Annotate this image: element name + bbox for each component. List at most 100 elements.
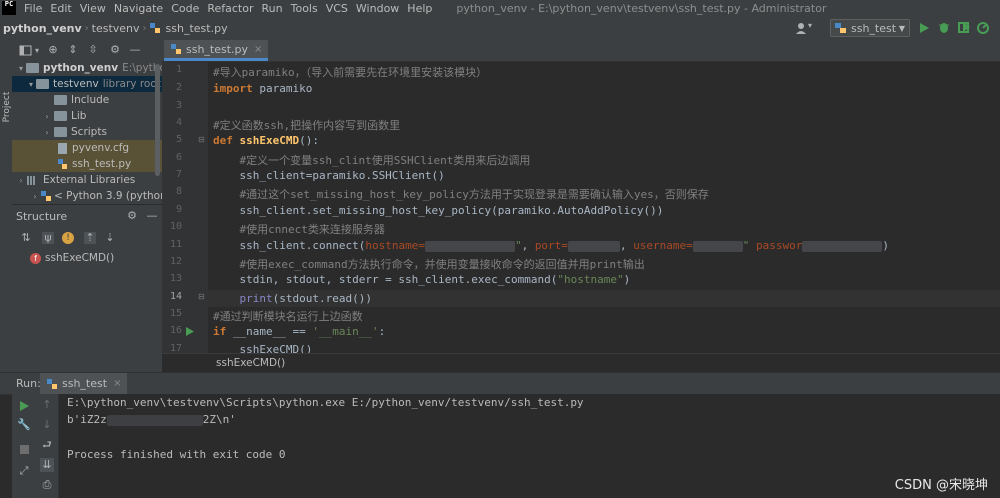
scroll-to-end-icon[interactable]: ⇊ — [40, 458, 54, 472]
tree-item-include[interactable]: Include — [12, 92, 162, 108]
close-icon[interactable]: × — [254, 44, 262, 55]
show-inherited-icon[interactable]: ! — [62, 232, 74, 244]
down-arrow-icon[interactable]: ↓ — [40, 418, 54, 432]
minimize-icon[interactable]: — — [129, 44, 141, 56]
breadcrumb-project[interactable]: python_venv — [0, 22, 85, 35]
line-number: 2 — [175, 82, 182, 93]
code-text: ) — [882, 239, 890, 252]
profile-icon[interactable] — [977, 21, 990, 34]
line-number: 9 — [175, 204, 182, 215]
code-line-1: #导入paramiko，（导入前需要先在环境里安装该模块） — [213, 64, 487, 80]
run-gutter-icon[interactable] — [186, 327, 194, 336]
code-text: (): — [299, 134, 319, 147]
gear-icon[interactable]: ⚙ — [109, 44, 121, 56]
code-line-4: #定义函数ssh,把操作内容写到函数里 — [213, 117, 400, 133]
breadcrumb-file[interactable]: ssh_test.py — [163, 22, 231, 35]
coverage-icon[interactable] — [958, 21, 971, 34]
project-tool-tab[interactable]: Project — [2, 88, 12, 126]
user-dropdown-icon[interactable]: ▾ — [808, 21, 812, 30]
expanded-arrow-icon[interactable]: ▾ — [26, 80, 36, 89]
menu-help[interactable]: Help — [403, 2, 436, 15]
tree-item-scripts[interactable]: › Scripts — [12, 124, 162, 140]
code-text: ssh_client=paramiko.SSHClient() — [213, 169, 445, 182]
autoscroll-from-source-icon[interactable]: ⇣ — [104, 232, 116, 244]
code-editor[interactable]: #导入paramiko，（导入前需要先在环境里安装该模块） import par… — [208, 62, 1000, 353]
comment: #通过判断模块名运行上边函数 — [213, 310, 363, 323]
tree-item-hint: library root — [102, 78, 161, 90]
locate-icon[interactable]: ⊕ — [47, 44, 59, 56]
menu-refactor[interactable]: Refactor — [203, 2, 257, 15]
expand-all-icon[interactable]: ⇕ — [67, 44, 79, 56]
menu-navigate[interactable]: Navigate — [110, 2, 167, 15]
close-icon[interactable]: × — [113, 378, 121, 389]
folder-icon — [26, 63, 39, 73]
watermark: CSDN @宋晓坤 — [894, 478, 988, 493]
menu-tools[interactable]: Tools — [287, 2, 322, 15]
collapsed-arrow-icon[interactable]: › — [42, 128, 52, 137]
tree-item-testvenv[interactable]: ▾ testvenv library root — [12, 76, 162, 92]
tree-item-ssh-test-py[interactable]: ssh_test.py — [12, 156, 162, 172]
soft-wrap-icon[interactable]: ⮐ — [40, 438, 54, 452]
stop-icon[interactable] — [17, 444, 31, 458]
tree-item-python-sdk[interactable]: › < Python 3.9 (python_v — [12, 188, 178, 204]
run-tab-ssh-test[interactable]: ssh_test × — [40, 373, 128, 394]
collapsed-arrow-icon[interactable]: › — [30, 192, 40, 201]
collapsed-arrow-icon[interactable]: › — [16, 176, 26, 185]
collapsed-arrow-icon[interactable]: › — [42, 112, 52, 121]
run-console[interactable]: E:\python_venv\testvenv\Scripts\python.e… — [59, 394, 1000, 498]
console-text: b'iZ2z — [67, 413, 107, 426]
menu-file[interactable]: File — [20, 2, 46, 15]
chevron-down-icon[interactable]: ▾ — [35, 46, 39, 55]
print-icon[interactable]: ⎙ — [40, 478, 54, 492]
tree-item-lib[interactable]: › Lib — [12, 108, 162, 124]
wrench-icon[interactable]: 🔧 — [17, 418, 31, 432]
code-text: sshExeCMD() — [213, 343, 313, 353]
panel-divider — [12, 204, 162, 205]
project-panel: ▾ ⊕ ⇕ ⇳ ⚙ — ▾ python_venv E:\python_ ▾ t… — [12, 40, 178, 372]
editor-tab-bar: ssh_test.py × — [162, 40, 1000, 62]
structure-item[interactable]: f sshExeCMD() — [12, 250, 162, 266]
code-line-2: import paramiko — [213, 82, 312, 95]
tree-item-pyvenv-cfg[interactable]: pyvenv.cfg — [12, 140, 162, 156]
folder-icon — [54, 95, 67, 105]
project-view-icon[interactable] — [19, 45, 32, 56]
console-line-output: b'iZ2z 2Z\n' — [67, 413, 236, 426]
run-icon[interactable] — [918, 22, 930, 34]
collapse-all-icon[interactable]: ⇳ — [87, 44, 99, 56]
autoscroll-to-source-icon[interactable]: ⇡ — [84, 232, 96, 244]
tree-item-label: < Python 3.9 (python_v — [54, 190, 179, 202]
menu-edit[interactable]: Edit — [46, 2, 75, 15]
editor-breadcrumb[interactable]: sshExeCMD() — [216, 357, 285, 369]
line-number: 5 — [175, 134, 182, 145]
menu-view[interactable]: View — [76, 2, 110, 15]
fold-icon[interactable]: ⊟ — [198, 135, 205, 144]
gear-icon[interactable]: ⚙ — [126, 210, 138, 222]
code-text: __name__ == — [226, 325, 313, 338]
show-fields-icon[interactable]: ψ — [42, 232, 54, 244]
menu-code[interactable]: Code — [167, 2, 203, 15]
python-file-icon — [149, 23, 160, 33]
run-panel-label: Run: — [16, 377, 41, 390]
project-scrollbar[interactable] — [155, 64, 160, 176]
minimize-icon[interactable]: — — [146, 210, 158, 222]
fold-icon[interactable]: ⊟ — [198, 292, 205, 301]
editor-tab-ssh-test[interactable]: ssh_test.py × — [164, 40, 269, 61]
menu-window[interactable]: Window — [352, 2, 403, 15]
code-text: ) — [623, 273, 631, 286]
rerun-icon[interactable] — [17, 399, 31, 413]
breadcrumb-folder[interactable]: testvenv — [89, 22, 143, 35]
menu-run[interactable]: Run — [258, 2, 287, 15]
debug-icon[interactable] — [938, 21, 950, 34]
code-text: paramiko — [252, 82, 313, 95]
tree-item-external-libraries[interactable]: › External Libraries — [12, 172, 162, 188]
restore-layout-icon[interactable]: ⤢ — [17, 464, 31, 478]
up-arrow-icon[interactable]: ↑ — [40, 398, 54, 412]
expanded-arrow-icon[interactable]: ▾ — [16, 64, 26, 73]
tree-item-python-venv[interactable]: ▾ python_venv E:\python_ — [12, 60, 178, 76]
run-configuration-select[interactable]: ssh_test ▼ — [830, 19, 910, 37]
redacted-value — [692, 240, 743, 252]
folder-icon — [54, 111, 67, 121]
user-icon[interactable] — [795, 22, 807, 34]
sort-alpha-icon[interactable]: ⇅ — [20, 232, 32, 244]
menu-vcs[interactable]: VCS — [322, 2, 352, 15]
